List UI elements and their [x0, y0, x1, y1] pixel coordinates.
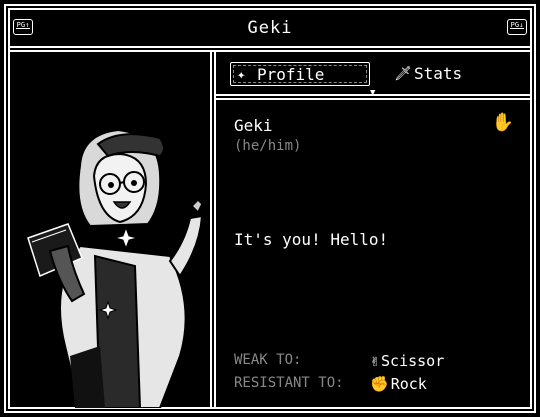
character-illustration — [27, 128, 204, 408]
character-portrait — [10, 56, 210, 408]
game-window: PG↑ Geki PG↓ ✦ Profile 🗡 Stats ▼ Geki (h… — [2, 2, 538, 415]
resistant-to-value: ✊ Rock — [370, 375, 427, 393]
resistant-to-label: RESISTANT TO: — [234, 375, 344, 391]
tab-stats[interactable]: 🗡 Stats — [388, 62, 498, 86]
column-divider-2 — [214, 50, 216, 409]
title-divider-2 — [8, 50, 532, 52]
weak-to-label: WEAK TO: — [234, 352, 302, 368]
tab-bar: ✦ Profile 🗡 Stats ▼ — [224, 56, 530, 98]
character-name: Geki — [234, 116, 273, 135]
title-bar: PG↑ Geki PG↓ — [10, 10, 530, 46]
tab-stats-label: Stats — [414, 64, 463, 83]
sword-icon: 🗡 — [394, 66, 412, 82]
scissor-hand-icon: ✌ — [370, 352, 380, 370]
window-title: Geki — [247, 18, 293, 38]
paper-hand-icon: ✋ — [491, 112, 514, 133]
character-greeting: It's you! Hello! — [234, 230, 389, 249]
character-pronouns: (he/him) — [234, 138, 302, 154]
rock-fist-icon: ✊ — [370, 375, 389, 393]
tab-profile-label: Profile — [257, 65, 325, 84]
tabs-divider-2 — [216, 98, 532, 100]
resistant-to-text: Rock — [390, 375, 427, 393]
title-divider — [8, 46, 532, 48]
weak-to-text: Scissor — [381, 352, 445, 370]
column-divider — [210, 50, 212, 409]
tab-profile[interactable]: ✦ Profile — [230, 62, 370, 86]
weak-to-value: ✌ Scissor — [370, 352, 444, 370]
sparkle-icon: ✦ — [237, 67, 246, 83]
tab-selected-indicator: ▼ — [370, 88, 376, 98]
profile-panel: Geki (he/him) ✋ It's you! Hello! WEAK TO… — [224, 102, 524, 408]
page-down-button[interactable]: PG↓ — [507, 19, 527, 35]
